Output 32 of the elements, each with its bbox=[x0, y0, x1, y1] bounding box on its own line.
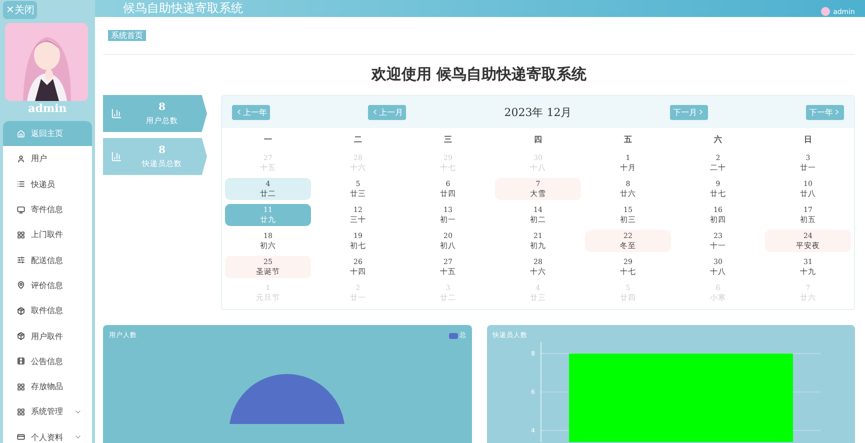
user-icon bbox=[17, 154, 25, 163]
stat-value: 8 bbox=[158, 102, 166, 112]
box-icon bbox=[17, 306, 25, 315]
pin-icon bbox=[17, 281, 25, 290]
sliders-icon bbox=[17, 256, 25, 264]
grid-icon bbox=[17, 408, 25, 416]
chevron-right-icon bbox=[833, 108, 841, 116]
weekday-label: 二 bbox=[353, 134, 363, 146]
home-icon bbox=[17, 130, 25, 138]
film-icon bbox=[17, 357, 25, 366]
box-icon bbox=[17, 332, 25, 340]
bar-chart-icon bbox=[111, 108, 122, 119]
card-icon bbox=[17, 433, 25, 442]
monitor-icon bbox=[17, 206, 25, 214]
list-icon bbox=[17, 180, 25, 188]
calendar-title: 2023年 12月 bbox=[504, 104, 572, 120]
grid-icon bbox=[17, 230, 25, 239]
stat-value: 8 bbox=[158, 144, 166, 156]
grid-icon bbox=[17, 382, 25, 391]
weekday-label: 五 bbox=[623, 134, 633, 146]
chevron-left-icon bbox=[235, 108, 243, 116]
weekday-label: 四 bbox=[533, 134, 543, 146]
avatar-icon bbox=[821, 7, 830, 16]
weekday-label: 一 bbox=[263, 134, 273, 146]
bar-chart-icon bbox=[111, 151, 122, 162]
weekday-label: 日 bbox=[803, 134, 813, 146]
user-name: admin bbox=[27, 102, 68, 115]
legend-swatch bbox=[448, 332, 458, 338]
app-title: 候鸟自助快递寄取系统 bbox=[123, 1, 243, 16]
welcome-title: 欢迎使用 候鸟自助快递寄取系统 bbox=[370, 65, 588, 84]
weekday-label: 六 bbox=[713, 134, 723, 146]
weekday-label: 三 bbox=[443, 134, 453, 146]
